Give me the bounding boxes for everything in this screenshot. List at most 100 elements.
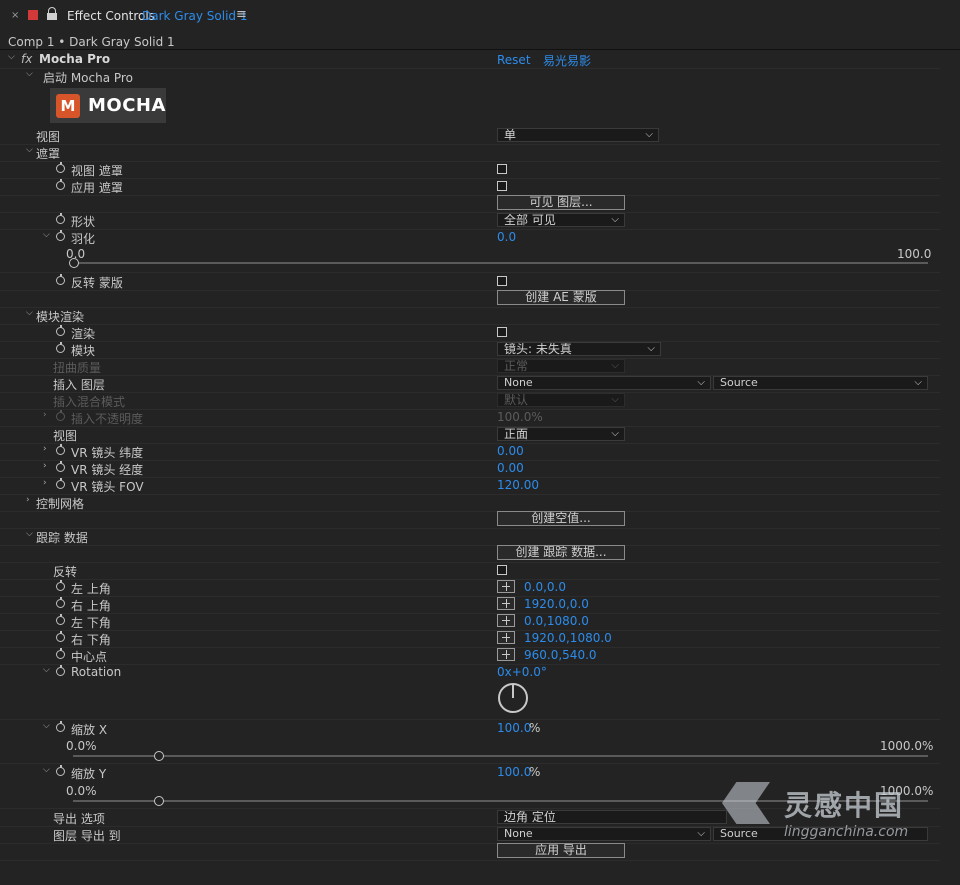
view-dropdown[interactable]: 单 ⌵	[497, 128, 659, 142]
insert-source-dropdown[interactable]: Source ⌵	[713, 376, 928, 390]
stopwatch-icon[interactable]	[56, 665, 65, 676]
chevron-down-icon[interactable]: ⌵	[43, 231, 51, 240]
center-value[interactable]: 960.0,540.0	[524, 648, 597, 662]
stopwatch-icon[interactable]	[56, 213, 65, 224]
chevron-down-icon[interactable]: ⌵	[8, 53, 16, 62]
create-tracking-button[interactable]: 创建 跟踪 数据...	[497, 545, 625, 560]
export-option-dropdown[interactable]: 边角 定位	[497, 810, 727, 824]
chevron-down-icon[interactable]: ⌵	[43, 666, 51, 675]
chevron-down-icon[interactable]: ⌵	[43, 722, 51, 731]
stopwatch-icon[interactable]	[56, 648, 65, 659]
chevron-down-icon[interactable]: ⌵	[26, 530, 34, 539]
stopwatch-icon[interactable]	[56, 580, 65, 591]
top-right-label: 右 上角	[71, 599, 111, 613]
module-dropdown[interactable]: 镜头: 未失真 ⌵	[497, 342, 661, 356]
stopwatch-icon[interactable]	[56, 325, 65, 336]
chevron-down-icon[interactable]: ⌵	[26, 70, 34, 79]
feather-value[interactable]: 0.0	[497, 230, 516, 244]
stopwatch-icon[interactable]	[56, 162, 65, 173]
feather-slider-knob[interactable]	[69, 258, 79, 268]
vr-long-value[interactable]: 0.00	[497, 461, 524, 475]
panel-menu-icon[interactable]: ≡	[236, 7, 247, 22]
chevron-right-icon[interactable]: ›	[43, 479, 51, 488]
top-left-row: 左 上角 0.0,0.0	[0, 579, 940, 597]
vr-lat-value[interactable]: 0.00	[497, 444, 524, 458]
scale-y-value[interactable]: 100.0	[497, 765, 531, 779]
invert-mask-checkbox[interactable]	[497, 276, 507, 286]
about-link[interactable]: 易光易影	[543, 52, 591, 69]
top-right-row: 右 上角 1920.0,0.0	[0, 596, 940, 614]
crosshair-icon[interactable]	[497, 597, 515, 610]
crosshair-icon[interactable]	[497, 648, 515, 661]
crosshair-icon[interactable]	[497, 580, 515, 593]
stopwatch-icon[interactable]	[56, 721, 65, 732]
vr-fov-label: VR 镜头 FOV	[71, 480, 144, 494]
shape-dropdown[interactable]: 全部 可见 ⌵	[497, 213, 625, 227]
stopwatch-icon[interactable]	[56, 342, 65, 353]
panel-tab-bar: × Effect Controls Dark Gray Solid 1 ≡	[0, 0, 960, 32]
chevron-right-icon[interactable]: ›	[43, 462, 51, 471]
lock-icon[interactable]	[47, 7, 57, 21]
visible-layers-button[interactable]: 可见 图层...	[497, 195, 625, 210]
rotation-dial[interactable]	[498, 683, 528, 713]
vr-fov-value[interactable]: 120.00	[497, 478, 539, 492]
bottom-left-value[interactable]: 0.0,1080.0	[524, 614, 589, 628]
layer-export-dropdown[interactable]: None ⌵	[497, 827, 711, 841]
scale-x-slider-knob[interactable]	[154, 751, 164, 761]
apply-matte-row: 应用 遮罩	[0, 178, 940, 196]
stopwatch-icon[interactable]	[56, 444, 65, 455]
reset-link[interactable]: Reset	[497, 53, 531, 67]
render-label: 渲染	[71, 327, 96, 341]
tracking-invert-checkbox[interactable]	[497, 565, 507, 575]
crosshair-icon[interactable]	[497, 614, 515, 627]
rotation-value[interactable]: 0x+0.0°	[497, 665, 547, 679]
scale-x-slider-track[interactable]	[73, 755, 928, 757]
chevron-right-icon[interactable]: ›	[43, 445, 51, 454]
module-view-dropdown[interactable]: 正面 ⌵	[497, 427, 625, 441]
insert-layer-row: 插入 图层 None ⌵ Source ⌵	[0, 375, 940, 393]
stopwatch-icon[interactable]	[56, 461, 65, 472]
effect-controls-panel: Comp 1 • Dark Gray Solid 1 ⌵ fx Mocha Pr…	[0, 32, 960, 885]
scale-x-min: 0.0%	[66, 739, 97, 753]
stopwatch-icon[interactable]	[56, 230, 65, 241]
apply-matte-checkbox[interactable]	[497, 181, 507, 191]
chevron-right-icon[interactable]: ›	[43, 411, 51, 420]
chevron-right-icon[interactable]: ›	[26, 496, 34, 505]
bottom-right-value[interactable]: 1920.0,1080.0	[524, 631, 612, 645]
chevron-down-icon[interactable]: ⌵	[26, 309, 34, 318]
stopwatch-icon[interactable]	[56, 765, 65, 776]
scale-y-slider-knob[interactable]	[154, 796, 164, 806]
view-matte-checkbox[interactable]	[497, 164, 507, 174]
top-left-value[interactable]: 0.0,0.0	[524, 580, 566, 594]
mocha-logo-button[interactable]: M MOCHA	[50, 88, 166, 123]
stopwatch-icon[interactable]	[56, 614, 65, 625]
create-null-button[interactable]: 创建空值...	[497, 511, 625, 526]
create-null-row: 创建空值...	[0, 511, 940, 529]
launch-label: 启动 Mocha Pro	[43, 71, 133, 85]
render-checkbox[interactable]	[497, 327, 507, 337]
watermark: 灵感中国 lingganchina.com	[722, 780, 942, 850]
panel-layer-name[interactable]: Dark Gray Solid 1	[142, 9, 248, 23]
scale-x-value[interactable]: 100.0	[497, 721, 531, 735]
mocha-logo-icon: M	[56, 94, 80, 118]
view-row: 视图 单 ⌵	[0, 127, 940, 145]
create-ae-masks-button[interactable]: 创建 AE 蒙版	[497, 290, 625, 305]
warp-quality-label: 扭曲质量	[53, 361, 102, 375]
stopwatch-icon[interactable]	[56, 274, 65, 285]
crosshair-icon[interactable]	[497, 631, 515, 644]
stopwatch-icon[interactable]	[56, 179, 65, 190]
stopwatch-icon[interactable]	[56, 597, 65, 608]
fx-icon[interactable]: fx	[21, 52, 32, 66]
view-matte-label: 视图 遮罩	[71, 164, 123, 178]
chevron-down-icon[interactable]: ⌵	[43, 766, 51, 775]
top-right-value[interactable]: 1920.0,0.0	[524, 597, 589, 611]
scale-x-row: ⌵ 缩放 X 100.0 % 0.0% 1000.0%	[0, 720, 940, 764]
insert-layer-dropdown[interactable]: None ⌵	[497, 376, 711, 390]
apply-export-button[interactable]: 应用 导出	[497, 843, 625, 858]
chevron-down-icon[interactable]: ⌵	[26, 146, 34, 155]
stopwatch-icon[interactable]	[56, 478, 65, 489]
invert-mask-row: 反转 蒙版	[0, 273, 940, 291]
close-icon[interactable]: ×	[11, 10, 19, 21]
feather-slider-track[interactable]	[73, 262, 928, 264]
stopwatch-icon[interactable]	[56, 631, 65, 642]
